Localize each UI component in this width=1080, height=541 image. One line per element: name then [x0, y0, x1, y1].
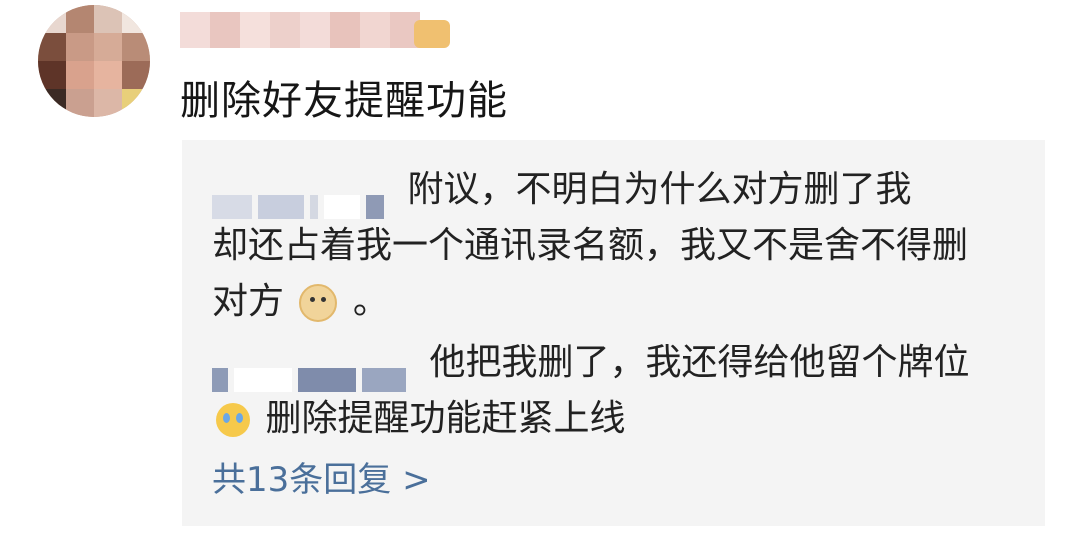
post-text: 删除好友提醒功能 — [180, 78, 508, 124]
reply-item[interactable]: 他把我删了，我还得给他留个牌位 删除提醒功能赶紧上线 — [212, 335, 1012, 447]
replies-panel: 附议，不明白为什么对方删了我 却还占着我一个通讯录名额，我又不是舍不得删 对方 … — [182, 140, 1045, 526]
reply-text: 却还占着我一个通讯录名额，我又不是舍不得删 — [212, 225, 969, 266]
username[interactable] — [180, 12, 420, 48]
vip-badge-icon — [414, 20, 450, 48]
avatar[interactable] — [38, 5, 150, 117]
crying-face-icon — [216, 403, 250, 437]
reply-text: 附议，不明白为什么对方删了我 — [407, 169, 912, 210]
reply-text: 。 — [352, 281, 389, 322]
more-replies-link[interactable]: 共13条回复 > — [212, 455, 431, 505]
reply-text: 对方 — [212, 281, 285, 322]
reply-item[interactable]: 附议，不明白为什么对方删了我 却还占着我一个通讯录名额，我又不是舍不得删 对方 … — [212, 162, 1012, 330]
doge-icon — [299, 284, 338, 322]
reply-author-blurred[interactable] — [212, 351, 412, 392]
reply-text: 他把我删了，我还得给他留个牌位 — [429, 342, 970, 383]
reply-text: 删除提醒功能赶紧上线 — [265, 398, 626, 439]
reply-author-blurred[interactable] — [212, 178, 390, 219]
